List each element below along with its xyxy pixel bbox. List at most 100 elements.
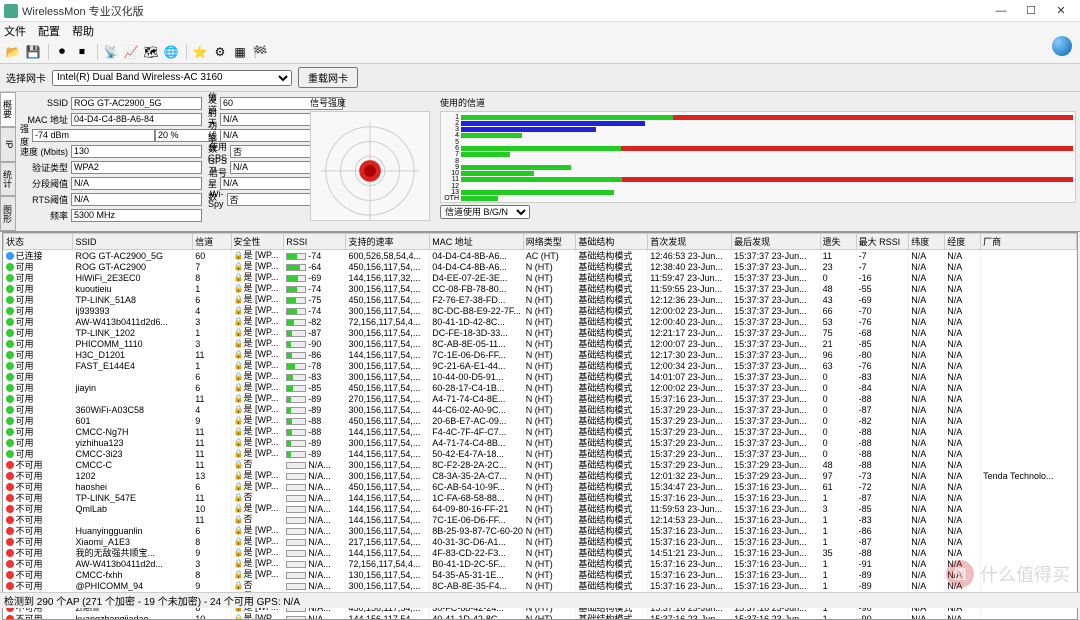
gauge-header: 信号强度: [310, 96, 432, 109]
speed-field[interactable]: [71, 145, 202, 158]
table-row[interactable]: 可用CMCC-3i2311🔒是 [WP...-89144,156,117,54,…: [4, 448, 1077, 459]
col-3[interactable]: 安全性: [231, 234, 284, 250]
tb-grid-icon[interactable]: ▦: [231, 43, 249, 61]
channels-panel: 使用的信道 12345678910111213OTH 信道使用 B/G/N: [436, 92, 1080, 231]
table-row[interactable]: 可用360WiFi-A03C584🔒是 [WP...-89300,156,117…: [4, 404, 1077, 415]
rts-field[interactable]: [71, 193, 202, 206]
table-row[interactable]: 可用AW-W413b0411d2d6...3🔒是 [WP...-8272,156…: [4, 316, 1077, 327]
col-13[interactable]: 纬度: [909, 234, 945, 250]
col-9[interactable]: 首次发现: [648, 234, 732, 250]
frag-field[interactable]: [71, 177, 202, 190]
grid-header[interactable]: 状态SSID信道安全性RSSI支持的速率MAC 地址网络类型基础结构首次发现最后…: [4, 234, 1077, 250]
status-text: 检测到 290 个AP (271 个加密 - 19 个未加密) - 24 个可用…: [4, 593, 300, 608]
table-row[interactable]: 可用lj9393934🔒是 [WP...-74300,156,117,54,..…: [4, 305, 1077, 316]
table-row[interactable]: 不可用@PHICOMM_949🔒否N/A...300,156,117,54,..…: [4, 580, 1077, 591]
close-button[interactable]: ✕: [1046, 1, 1076, 21]
col-15[interactable]: 厂商: [981, 234, 1077, 250]
tb-stop-icon[interactable]: ⏹: [73, 43, 91, 61]
table-row[interactable]: 可用ROG GT-AC29007🔒是 [WP...-64450,156,117,…: [4, 261, 1077, 272]
tb-antenna-icon[interactable]: 📡: [102, 43, 120, 61]
col-14[interactable]: 经度: [945, 234, 981, 250]
menu-file[interactable]: 文件: [4, 23, 26, 39]
tb-graph-icon[interactable]: 📈: [122, 43, 140, 61]
table-row[interactable]: 可用jiayin6🔒是 [WP...-85450,156,117,54,...6…: [4, 382, 1077, 393]
tb-save-icon[interactable]: 💾: [24, 43, 42, 61]
table-row[interactable]: 可用HiWiFi_2E3EC08🔒是 [WP...-69144,156,117,…: [4, 272, 1077, 283]
vtab-stats[interactable]: 统计: [0, 162, 16, 197]
table-row[interactable]: 可用TP-LINK_12021🔒是 [WP...-87300,156,117,5…: [4, 327, 1077, 338]
auth-field[interactable]: [71, 161, 202, 174]
tb-world-icon[interactable]: 🌐: [162, 43, 180, 61]
window-title: WirelessMon 专业汉化版: [22, 3, 986, 19]
col-1[interactable]: SSID: [73, 234, 193, 250]
col-6[interactable]: MAC 地址: [430, 234, 523, 250]
table-row[interactable]: 不可用CMCC-fxhh8🔒是 [WP...N/A...130,156,117,…: [4, 569, 1077, 580]
table-row[interactable]: 不可用QmlLab10🔒是 [WP...N/A...144,156,117,54…: [4, 503, 1077, 514]
tb-flag-icon[interactable]: 🏁: [251, 43, 269, 61]
channel-usage-chart: 12345678910111213OTH: [440, 111, 1076, 203]
table-row[interactable]: 可用11🔒是 [WP...-89270,156,117,54,...A4-71-…: [4, 393, 1077, 404]
tb-star-icon[interactable]: ⭐: [191, 43, 209, 61]
col-11[interactable]: 遗失: [820, 234, 856, 250]
vtab-graph[interactable]: 图形: [0, 196, 16, 231]
tb-map-icon[interactable]: 🗺: [142, 43, 160, 61]
tb-cog-icon[interactable]: ⚙: [211, 43, 229, 61]
col-12[interactable]: 最大 RSSI: [856, 234, 909, 250]
table-row[interactable]: 可用6019🔒是 [WP...-88450,156,117,54,...20-6…: [4, 415, 1077, 426]
freq-field[interactable]: [71, 209, 202, 222]
table-row[interactable]: 可用FAST_E144E41🔒是 [WP...-78300,156,117,54…: [4, 360, 1077, 371]
col-2[interactable]: 信道: [193, 234, 231, 250]
table-row[interactable]: 可用PHICOMM_11103🔒是 [WP...-90300,156,117,5…: [4, 338, 1077, 349]
gauge-panel: 信号强度: [306, 92, 436, 231]
ap-grid[interactable]: 状态SSID信道安全性RSSI支持的速率MAC 地址网络类型基础结构首次发现最后…: [2, 232, 1078, 620]
table-row[interactable]: 不可用Huanyingguanlin6🔒是 [WP...N/A...300,15…: [4, 525, 1077, 536]
ssid-field[interactable]: [71, 97, 202, 110]
table-row[interactable]: 可用6🔒是 [WP...-83300,156,117,54,...10-44-0…: [4, 371, 1077, 382]
table-row[interactable]: 不可用kuangzhangjiadao10🔒是 [WP...N/A...144,…: [4, 613, 1077, 620]
maximize-button[interactable]: ☐: [1016, 1, 1046, 21]
summary-panel: 概要 IP 统计 图形 SSID MAC 地址 强度 速度 (Mbits) 验证…: [0, 92, 1080, 232]
table-row[interactable]: 不可用Xiaomi_A1E38🔒是 [WP...N/A...217,156,11…: [4, 536, 1077, 547]
col-8[interactable]: 基础结构: [576, 234, 648, 250]
table-row[interactable]: 可用H3C_D120111🔒是 [WP...-86144,156,117,54,…: [4, 349, 1077, 360]
table-row[interactable]: 不可用TP-LINK_547E11🔒否N/A...144,156,117,54,…: [4, 492, 1077, 503]
table-row[interactable]: 不可用120213🔒是 [WP...N/A...300,156,117,54,.…: [4, 470, 1077, 481]
table-row[interactable]: 不可用haoshei6🔒是 [WP...N/A...450,156,117,54…: [4, 481, 1077, 492]
vtab-ip[interactable]: IP: [0, 127, 16, 162]
table-row[interactable]: 不可用AW-W413b0411d2d...3🔒是 [WP...N/A...72,…: [4, 558, 1077, 569]
channel-band-select[interactable]: 信道使用 B/G/N: [440, 205, 530, 219]
globe-icon: [1052, 36, 1072, 56]
menubar: 文件 配置 帮助: [0, 22, 1080, 40]
rssi-field[interactable]: [32, 129, 155, 142]
col-0[interactable]: 状态: [4, 234, 73, 250]
menu-config[interactable]: 配置: [38, 23, 60, 39]
tb-record-icon[interactable]: ⏺: [53, 43, 71, 61]
table-row[interactable]: 不可用11🔒否N/A...144,156,117,54,...7C-1E-06-…: [4, 514, 1077, 525]
vtab-summary[interactable]: 概要: [0, 92, 16, 127]
toolbar: 📂 💾 ⏺ ⏹ 📡 📈 🗺 🌐 ⭐ ⚙ ▦ 🏁: [0, 40, 1080, 64]
mac-field[interactable]: [71, 113, 202, 126]
col-4[interactable]: RSSI: [284, 234, 346, 250]
info-col1: SSID MAC 地址 强度 速度 (Mbits) 验证类型 分段阈值 RTS阈…: [16, 92, 206, 231]
tb-open-icon[interactable]: 📂: [4, 43, 22, 61]
reload-adapter-button[interactable]: 重载网卡: [298, 67, 358, 88]
adapter-label: 选择网卡: [6, 70, 46, 85]
table-row[interactable]: 可用kuoutieiu1🔒是 [WP...-74300,156,117,54,.…: [4, 283, 1077, 294]
menu-help[interactable]: 帮助: [72, 23, 94, 39]
titlebar: WirelessMon 专业汉化版 — ☐ ✕: [0, 0, 1080, 22]
col-7[interactable]: 网络类型: [523, 234, 576, 250]
adapter-row: 选择网卡 Intel(R) Dual Band Wireless-AC 3160…: [0, 64, 1080, 92]
vertical-tabs: 概要 IP 统计 图形: [0, 92, 16, 231]
table-row[interactable]: 不可用CMCC-C11🔒否N/A...300,156,117,54,...8C-…: [4, 459, 1077, 470]
info-col2: 信道 发射功率 天线数 使用 GPS GPS 信号 卫星数 Wi-Spy: [206, 92, 306, 231]
col-5[interactable]: 支持的速率: [346, 234, 430, 250]
table-row[interactable]: 不可用我的无敌强共顺宝...9🔒是 [WP...N/A...144,156,11…: [4, 547, 1077, 558]
table-row[interactable]: 可用TP-LINK_51A86🔒是 [WP...-75450,156,117,5…: [4, 294, 1077, 305]
table-row[interactable]: 已连接ROG GT-AC2900_5G60🔒是 [WP...-74600,526…: [4, 250, 1077, 262]
col-10[interactable]: 最后发现: [732, 234, 821, 250]
adapter-select[interactable]: Intel(R) Dual Band Wireless-AC 3160: [52, 70, 292, 86]
table-row[interactable]: 可用CMCC-Ng7H11🔒是 [WP...-88144,156,117,54,…: [4, 426, 1077, 437]
statusbar: 检测到 290 个AP (271 个加密 - 19 个未加密) - 24 个可用…: [0, 592, 1080, 608]
minimize-button[interactable]: —: [986, 1, 1016, 21]
table-row[interactable]: 可用yizhihua12311🔒是 [WP...-89300,156,117,5…: [4, 437, 1077, 448]
